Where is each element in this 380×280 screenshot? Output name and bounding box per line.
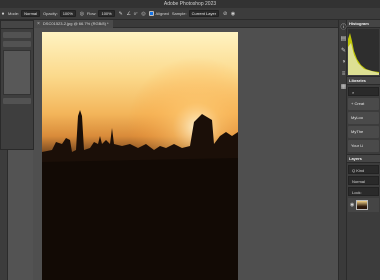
pressure-size-icon[interactable]: ◎ bbox=[141, 11, 147, 17]
create-library-button[interactable]: + Creat bbox=[348, 98, 379, 110]
mode-control[interactable]: Mode: Normal bbox=[8, 10, 41, 17]
document-tab-bar: × DSC01523-2.jpg @ 66.7% (RGB/8) * bbox=[33, 20, 338, 28]
sample-select[interactable]: Current Layer bbox=[188, 10, 220, 17]
floating-panel bbox=[0, 20, 34, 150]
histogram-chart bbox=[348, 29, 379, 75]
app-title-bar: Adobe Photoshop 2023 bbox=[0, 0, 380, 8]
libraries-panel-title[interactable]: Libraries bbox=[347, 77, 380, 85]
opacity-label: Opacity: bbox=[43, 11, 58, 16]
aligned-label: Aligned bbox=[155, 11, 169, 16]
sample-control[interactable]: Sample: Current Layer bbox=[171, 10, 220, 17]
brush-preset-icon[interactable]: ● bbox=[0, 11, 6, 17]
flow-field[interactable]: 100% bbox=[98, 10, 115, 17]
document-tab-title: DSC01523-2.jpg @ 66.7% (RGB/8) * bbox=[42, 21, 109, 26]
document-image[interactable] bbox=[42, 32, 238, 280]
layers-panel-title[interactable]: Layers bbox=[347, 155, 380, 163]
mode-label: Mode: bbox=[8, 11, 20, 16]
flow-control[interactable]: Flow: 100% bbox=[87, 10, 115, 17]
skyline-silhouette bbox=[42, 32, 238, 280]
floating-panel-row[interactable] bbox=[3, 41, 31, 47]
libraries-search[interactable]: ⌕ bbox=[348, 87, 379, 96]
library-item[interactable]: Your Li bbox=[348, 140, 379, 152]
angle-icon[interactable]: ∠ bbox=[126, 11, 132, 17]
floating-panel-preview bbox=[3, 50, 31, 95]
right-panel-dock: Histogram Libraries ⌕ + Creat MyLoo MyTh… bbox=[347, 20, 380, 280]
ignore-adjustment-icon[interactable]: ⊘ bbox=[222, 11, 228, 17]
app-title: Adobe Photoshop 2023 bbox=[163, 1, 217, 7]
floating-panel-header[interactable] bbox=[1, 21, 33, 29]
pressure-opacity-icon[interactable]: ◎ bbox=[79, 11, 85, 17]
canvas-area[interactable] bbox=[33, 28, 338, 280]
layer-thumbnail bbox=[356, 200, 369, 210]
flow-label: Flow: bbox=[86, 11, 97, 16]
library-item[interactable]: MyThe bbox=[348, 126, 379, 138]
pressure-icon[interactable]: ◉ bbox=[230, 11, 236, 17]
blend-mode-select[interactable]: Normal bbox=[348, 176, 379, 185]
histogram-panel-title[interactable]: Histogram bbox=[347, 20, 380, 28]
layer-item[interactable]: ◉ bbox=[348, 198, 379, 212]
search-icon: ⌕ bbox=[352, 90, 355, 95]
opacity-control[interactable]: Opacity: 100% bbox=[43, 10, 76, 17]
layer-kind-filter[interactable]: Q Kind bbox=[348, 165, 379, 174]
panel-icon-strip: ⓘ ▤ ✎ ◑ ≡ ▦ bbox=[338, 20, 347, 280]
lock-controls[interactable]: Lock: bbox=[348, 187, 379, 196]
visibility-eye-icon[interactable]: ◉ bbox=[350, 202, 354, 208]
airbrush-icon[interactable]: ✎ bbox=[118, 11, 124, 17]
floating-panel-row[interactable] bbox=[3, 32, 31, 38]
mode-select[interactable]: Normal bbox=[21, 10, 41, 17]
floating-panel-row[interactable] bbox=[3, 98, 31, 104]
aligned-check-icon[interactable] bbox=[148, 11, 154, 16]
close-icon[interactable]: × bbox=[37, 20, 40, 28]
smoothing-value[interactable]: 0° bbox=[134, 11, 138, 16]
options-bar: ● Mode: Normal Opacity: 100% ◎ Flow: 100… bbox=[0, 8, 380, 20]
histogram-graph bbox=[348, 33, 379, 75]
aligned-checkbox[interactable]: Aligned bbox=[148, 11, 169, 16]
sample-label: Sample: bbox=[171, 11, 187, 16]
document-tab[interactable]: × DSC01523-2.jpg @ 66.7% (RGB/8) * bbox=[33, 20, 113, 28]
library-item[interactable]: MyLoo bbox=[348, 112, 379, 124]
opacity-field[interactable]: 100% bbox=[59, 10, 76, 17]
